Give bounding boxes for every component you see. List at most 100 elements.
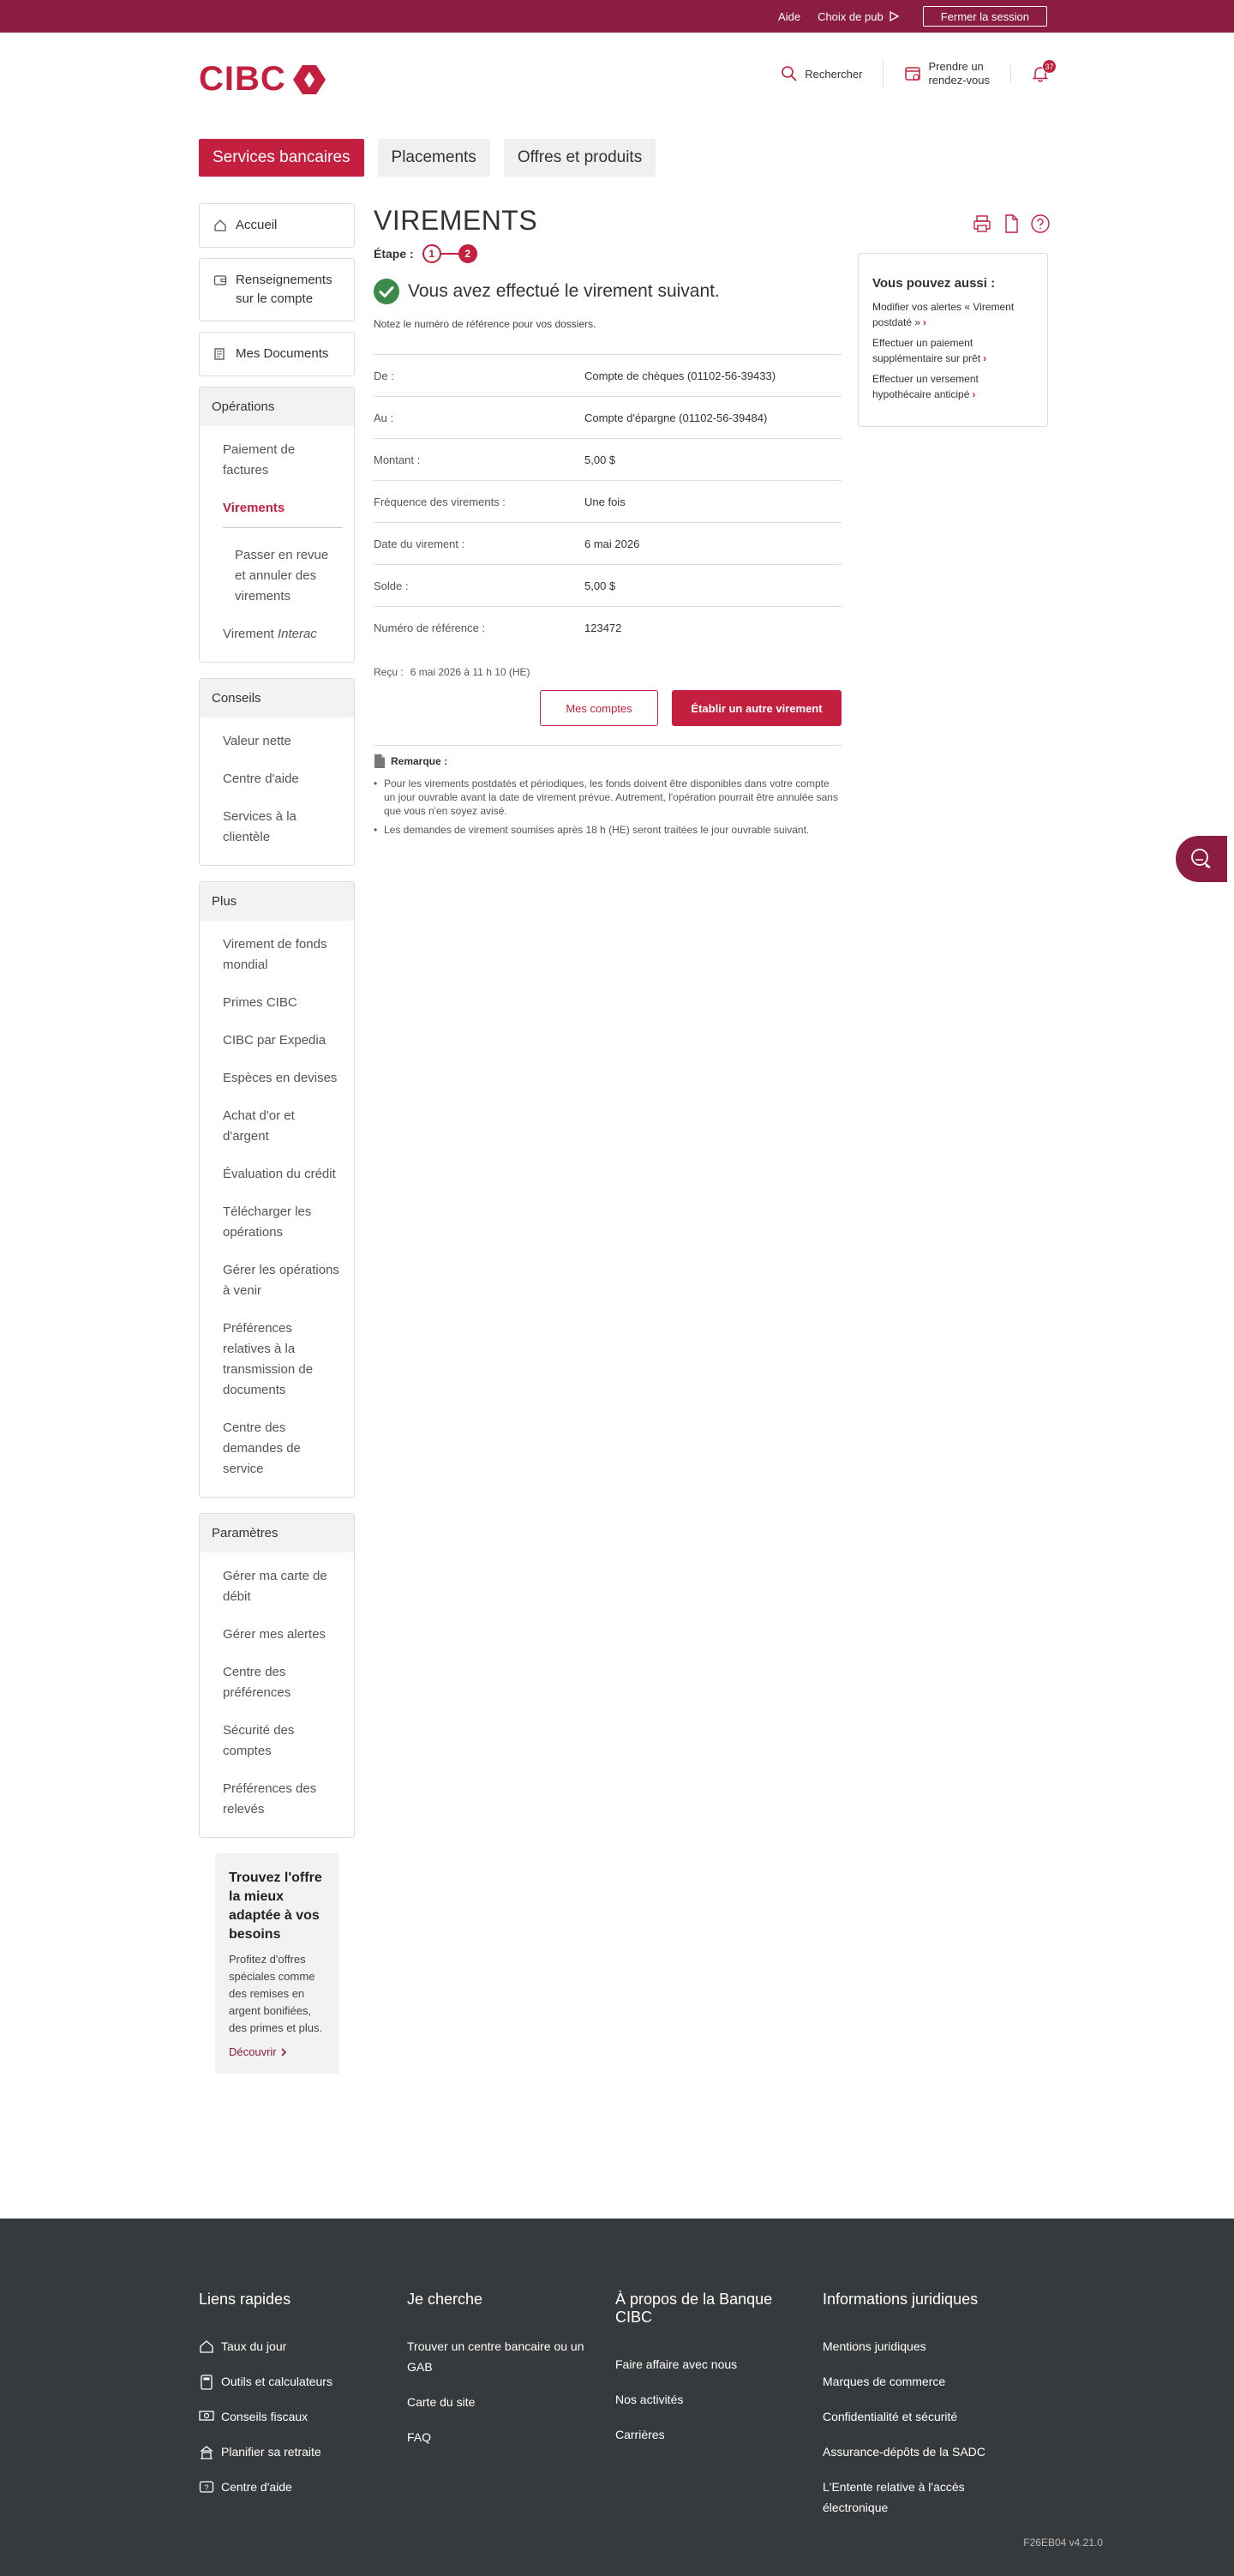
help-button[interactable]: [1030, 213, 1051, 238]
promo-body: Profitez d'offres spéciales comme des re…: [229, 1953, 323, 2034]
ad-choice-icon: [890, 11, 899, 21]
sidebar-item-transfers[interactable]: Virements: [200, 489, 354, 537]
detail-value: 123472: [584, 621, 622, 634]
sidebar-item-documents[interactable]: Mes Documents: [200, 333, 354, 375]
chat-icon: [1191, 849, 1211, 868]
tab-offers[interactable]: Offres et produits: [503, 139, 656, 177]
sidebar-item-cibc-rewards[interactable]: Primes CIBC: [200, 984, 354, 1022]
footer-link-faq[interactable]: FAQ: [407, 2427, 596, 2447]
aside-link-postdated-alerts[interactable]: Modifier vos alertes « Virement postdaté…: [872, 299, 1033, 330]
ad-choice-link[interactable]: Choix de pub: [818, 10, 899, 23]
sidebar-item-credit-score[interactable]: Évaluation du crédit: [200, 1156, 354, 1193]
help-link[interactable]: Aide: [778, 10, 800, 23]
footer-link-tax[interactable]: Conseils fiscaux: [199, 2406, 387, 2427]
detail-value: Une fois: [584, 495, 626, 508]
sidebar-item-net-worth[interactable]: Valeur nette: [200, 723, 354, 760]
sidebar-item-account-info[interactable]: Renseignements sur le compte: [200, 259, 354, 321]
footer-link-legal[interactable]: Mentions juridiques: [823, 2336, 1011, 2357]
footer-link-find-branch[interactable]: Trouver un centre bancaire ou un GAB: [407, 2336, 596, 2377]
footer-link-electronic-access[interactable]: L'Entente relative à l'accès électroniqu…: [823, 2477, 1011, 2518]
my-accounts-button[interactable]: Mes comptes: [540, 690, 658, 726]
footer-link-rates[interactable]: Taux du jour: [199, 2336, 387, 2357]
footer-link-trademarks[interactable]: Marques de commerce: [823, 2371, 1011, 2392]
sidebar-item-review-transfers[interactable]: Passer en revue et annuler des virements: [200, 537, 354, 615]
footer-link-privacy[interactable]: Confidentialité et sécurité: [823, 2406, 1011, 2427]
sidebar-item-help-center[interactable]: Centre d'aide: [200, 760, 354, 798]
sidebar-item-alerts[interactable]: Gérer mes alertes: [200, 1616, 354, 1654]
sidebar-section-advice: Conseils Valeur nette Centre d'aide Serv…: [199, 678, 355, 866]
chevron-right-icon: ›: [923, 316, 927, 328]
promo-card: Trouvez l'offre la mieux adaptée à vos b…: [215, 1853, 338, 2074]
footer-link-sitemap[interactable]: Carte du site: [407, 2392, 596, 2412]
footer-link-cdic[interactable]: Assurance-dépôts de la SADC: [823, 2441, 1011, 2462]
sidebar-item-bill-payment[interactable]: Paiement de factures: [200, 431, 354, 489]
sidebar-item-expedia[interactable]: CIBC par Expedia: [200, 1022, 354, 1060]
notifications-button[interactable]: 37: [1010, 59, 1057, 82]
footer-link-activities[interactable]: Nos activités: [615, 2389, 804, 2410]
sidebar-item-document-preferences[interactable]: Préférences relatives à la transmission …: [200, 1310, 354, 1409]
remark-item: Les demandes de virement soumises après …: [374, 823, 842, 837]
remark-section: Remarque : Pour les virements postdatés …: [374, 754, 842, 837]
appointment-button[interactable]: Prendre un rendez-vous: [883, 60, 1010, 87]
version-text: F26EB04 v4.21.0: [1023, 2537, 1103, 2549]
sidebar-item-foreign-cash[interactable]: Espèces en devises: [200, 1060, 354, 1097]
svg-text:?: ?: [204, 2483, 208, 2492]
detail-label: Fréquence des virements :: [374, 495, 506, 508]
detail-label: Numéro de référence :: [374, 621, 486, 634]
footer-link-label: Outils et calculateurs: [221, 2375, 332, 2388]
chevron-right-icon: ›: [972, 388, 976, 400]
sidebar-item-documents-label: Mes Documents: [236, 346, 329, 361]
aside-link-label: Modifier vos alertes « Virement postdaté…: [872, 301, 1015, 328]
sidebar-item-gold-silver[interactable]: Achat d'or et d'argent: [200, 1097, 354, 1156]
step-1: 1: [422, 244, 441, 263]
tab-investments[interactable]: Placements: [377, 139, 490, 177]
new-transfer-button[interactable]: Établir un autre virement: [672, 690, 842, 726]
tab-banking[interactable]: Services bancaires: [199, 139, 364, 177]
wallet-icon: [213, 275, 227, 285]
stepper: 1 2: [422, 244, 477, 263]
footer-link-business[interactable]: Faire affaire avec nous: [615, 2354, 804, 2375]
also-can-title: Vous pouvez aussi :: [872, 276, 996, 291]
sidebar-item-preference-center[interactable]: Centre des préférences: [200, 1654, 354, 1712]
chat-button[interactable]: [1176, 836, 1227, 882]
sidebar-item-service-requests[interactable]: Centre des demandes de service: [200, 1409, 354, 1488]
footer-link-careers[interactable]: Carrières: [615, 2424, 804, 2445]
sidebar-item-account-security[interactable]: Sécurité des comptes: [200, 1712, 354, 1770]
site-footer: Liens rapides Taux du jour Outils et cal…: [0, 2219, 1234, 2576]
search-button[interactable]: Rechercher: [760, 65, 883, 82]
promo-discover-link[interactable]: Découvrir: [229, 2045, 287, 2058]
logout-button[interactable]: Fermer la session: [922, 6, 1047, 27]
success-text: Vous avez effectué le virement suivant.: [408, 281, 720, 301]
sidebar-item-download-transactions[interactable]: Télécharger les opérations: [200, 1193, 354, 1252]
divider: [223, 527, 343, 528]
received-timestamp: Reçu : 6 mai 2026 à 11 h 10 (HE): [374, 666, 842, 678]
step-indicator: Étape : 1 2: [374, 244, 842, 263]
sidebar-item-global-transfer[interactable]: Virement de fonds mondial: [200, 926, 354, 984]
page-title: VIREMENTS: [374, 205, 538, 236]
print-button[interactable]: [972, 213, 992, 238]
page-tools: [972, 213, 1051, 238]
help-chat-icon: ?: [199, 2481, 214, 2493]
detail-label: De :: [374, 369, 394, 382]
calculator-icon: [201, 2375, 213, 2390]
aside-link-mortgage-prepayment[interactable]: Effectuer un versement hypothécaire anti…: [872, 371, 1033, 402]
footer-col-legal: Informations juridiques Mentions juridiq…: [823, 2291, 1011, 2532]
sidebar-item-interac-transfer[interactable]: Virement Interac: [200, 615, 354, 653]
reference-note: Notez le numéro de référence pour vos do…: [374, 318, 596, 330]
export-document-button[interactable]: [1001, 213, 1021, 238]
sidebar-section-settings: Paramètres Gérer ma carte de débit Gérer…: [199, 1513, 355, 1838]
sidebar-item-client-services[interactable]: Services à la clientèle: [200, 798, 354, 856]
sidebar-item-debit-card[interactable]: Gérer ma carte de débit: [200, 1558, 354, 1616]
sidebar-item-home[interactable]: Accueil: [200, 204, 354, 247]
footer-link-help[interactable]: ? Centre d'aide: [199, 2477, 387, 2497]
aside-link-extra-loan-payment[interactable]: Effectuer un paiement supplémentaire sur…: [872, 335, 1033, 366]
sidebar-item-upcoming-transactions[interactable]: Gérer les opérations à venir: [200, 1252, 354, 1310]
logo-text: CIBC: [199, 60, 286, 98]
success-message: Vous avez effectué le virement suivant.: [374, 279, 842, 304]
sidebar-item-statement-preferences[interactable]: Préférences des relevés: [200, 1770, 354, 1828]
footer-link-tools[interactable]: Outils et calculateurs: [199, 2371, 387, 2392]
footer-link-retirement[interactable]: Planifier sa retraite: [199, 2441, 387, 2462]
sidebar-item-account-info-label: Renseignements sur le compte: [236, 273, 332, 306]
cibc-logo[interactable]: CIBC: [199, 60, 327, 99]
ad-choice-label: Choix de pub: [818, 9, 884, 23]
